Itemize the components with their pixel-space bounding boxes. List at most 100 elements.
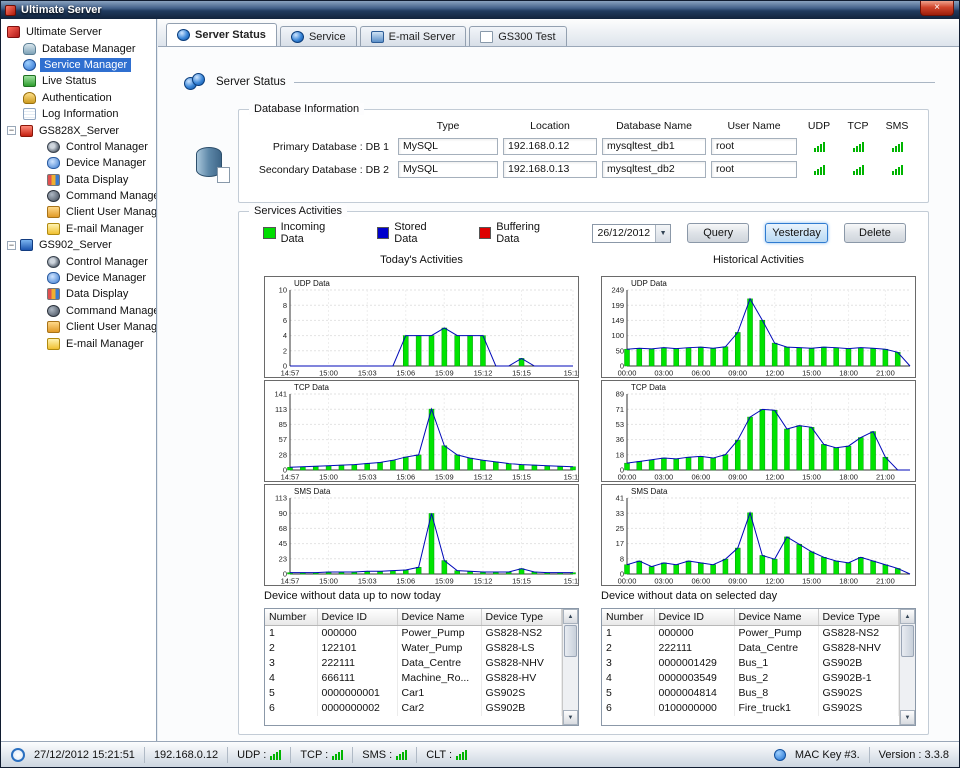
db-user-input[interactable]: root <box>711 161 797 178</box>
table-scrollbar[interactable]: ▲▼ <box>899 609 915 725</box>
table-row[interactable]: 3222111Data_CentreGS828-NHV <box>265 656 562 671</box>
tab-gs300-test[interactable]: GS300 Test <box>469 26 566 46</box>
sidebar-item-e-mail-manager[interactable]: E-mail Manager <box>1 221 156 237</box>
svg-text:113: 113 <box>275 494 287 503</box>
db-db-name-input[interactable]: mysqltest_db2 <box>602 161 706 178</box>
db-column-tcp: TCP <box>841 120 875 132</box>
sidebar-item-label: Data Display <box>64 173 130 187</box>
table-row[interactable]: 2222111Data_CentreGS828-NHV <box>602 641 899 656</box>
chart-today-udp: 108642014:5715:0015:0315:0615:0915:1215:… <box>264 276 579 378</box>
table-scrollbar[interactable]: ▲▼ <box>562 609 578 725</box>
table-row[interactable]: 40000003549Bus_2GS902B-1 <box>602 671 899 686</box>
svg-text:21:00: 21:00 <box>876 577 895 586</box>
scroll-up-icon[interactable]: ▲ <box>900 609 915 624</box>
server-red-icon <box>20 125 33 137</box>
sidebar-item-e-mail-manager[interactable]: E-mail Manager <box>1 335 156 351</box>
chart-historical-sms: 413325178000:0003:0006:0009:0012:0015:00… <box>601 484 916 586</box>
table-col-device-type: Device Type <box>481 609 562 626</box>
delete-button[interactable]: Delete <box>844 223 906 243</box>
mac-key-icon <box>774 749 786 761</box>
mail-server-icon <box>371 31 384 43</box>
signal-strength-icon <box>814 142 825 152</box>
date-value: 26/12/2012 <box>593 227 656 239</box>
scroll-thumb[interactable] <box>901 625 914 657</box>
db-type-input[interactable]: MySQL <box>398 138 498 155</box>
sidebar-item-log-information[interactable]: Log Information <box>1 106 156 122</box>
tab-server-status[interactable]: Server Status <box>166 23 277 46</box>
yesterday-button[interactable]: Yesterday <box>765 223 828 243</box>
date-picker[interactable]: 26/12/2012 ▼ <box>592 224 672 243</box>
db-location-input[interactable]: 192.168.0.13 <box>503 161 597 178</box>
svg-text:15:00: 15:00 <box>802 577 821 586</box>
table-row[interactable]: 60000000002Car2GS902B <box>265 701 562 716</box>
svg-text:15:19: 15:19 <box>564 473 579 482</box>
query-button[interactable]: Query <box>687 223 749 243</box>
db-signal-cell <box>880 165 914 175</box>
table-row[interactable]: 30000001429Bus_1GS902B <box>602 656 899 671</box>
sidebar-item-service-manager[interactable]: Service Manager <box>1 57 156 73</box>
log-icon <box>23 108 36 120</box>
sidebar-item-database-manager[interactable]: Database Manager <box>1 40 156 56</box>
calendar-dropdown-icon[interactable]: ▼ <box>655 225 670 242</box>
tree-expander-icon[interactable]: − <box>7 241 16 250</box>
svg-text:149: 149 <box>611 316 624 325</box>
db-column-udp: UDP <box>802 120 836 132</box>
svg-text:15:06: 15:06 <box>396 577 415 586</box>
db-type-input[interactable]: MySQL <box>398 161 498 178</box>
sidebar-item-ultimate-server[interactable]: Ultimate Server <box>1 24 156 40</box>
svg-text:15:00: 15:00 <box>802 473 821 482</box>
device-icon <box>47 157 60 169</box>
sidebar-item-client-user-manager[interactable]: Client User Manager <box>1 204 156 220</box>
scroll-up-icon[interactable]: ▲ <box>563 609 578 624</box>
services-activities-group: Services Activities Incoming Data Stored… <box>238 211 929 735</box>
tab-e-mail-server[interactable]: E-mail Server <box>360 26 467 46</box>
table-row[interactable]: 1000000Power_PumpGS828-NS2 <box>265 626 562 641</box>
sidebar-item-authentication[interactable]: Authentication <box>1 90 156 106</box>
tree-expander-icon[interactable]: − <box>7 126 16 135</box>
sidebar-item-control-manager[interactable]: Control Manager <box>1 253 156 269</box>
svg-text:06:00: 06:00 <box>691 577 710 586</box>
sidebar-item-control-manager[interactable]: Control Manager <box>1 139 156 155</box>
sidebar-item-client-user-manager[interactable]: Client User Manager <box>1 319 156 335</box>
sidebar-item-label: GS902_Server <box>37 238 114 252</box>
db-db-name-input[interactable]: mysqltest_db1 <box>602 138 706 155</box>
svg-text:18:00: 18:00 <box>839 577 858 586</box>
table-row[interactable]: 50000004814Bus_8GS902S <box>602 686 899 701</box>
buffering-swatch-icon <box>479 227 492 239</box>
table-row[interactable]: 50000000001Car1GS902S <box>265 686 562 701</box>
svg-text:15:09: 15:09 <box>435 577 454 586</box>
stored-swatch-icon <box>377 227 390 239</box>
sidebar-item-gs828x-server[interactable]: −GS828X_Server <box>1 122 156 138</box>
signal-strength-icon <box>853 165 864 175</box>
sidebar-item-data-display[interactable]: Data Display <box>1 286 156 302</box>
close-button[interactable]: × <box>920 1 954 16</box>
tab-service[interactable]: Service <box>280 26 357 46</box>
svg-text:03:00: 03:00 <box>654 369 673 378</box>
scroll-down-icon[interactable]: ▼ <box>563 710 578 725</box>
sidebar-item-device-manager[interactable]: Device Manager <box>1 155 156 171</box>
scroll-thumb[interactable] <box>564 625 577 657</box>
table-row[interactable]: 1000000Power_PumpGS828-NS2 <box>602 626 899 641</box>
sidebar-item-command-manager[interactable]: Command Manager <box>1 188 156 204</box>
sidebar-item-label: Device Manager <box>64 156 148 170</box>
sidebar-item-device-manager[interactable]: Device Manager <box>1 270 156 286</box>
sidebar-item-label: Service Manager <box>40 58 131 72</box>
divider <box>869 747 870 763</box>
db-user-input[interactable]: root <box>711 138 797 155</box>
legend-incoming: Incoming Data <box>263 221 349 245</box>
sidebar-item-live-status[interactable]: Live Status <box>1 73 156 89</box>
chart-historical-tcp: 8971533618000:0003:0006:0009:0012:0015:0… <box>601 380 916 482</box>
table-row[interactable]: 60100000000Fire_truck1GS902S <box>602 701 899 716</box>
database-icon <box>23 43 36 55</box>
header-rule <box>294 82 935 83</box>
svg-text:15:00: 15:00 <box>319 473 338 482</box>
table-row[interactable]: 2122101Water_PumpGS828-LS <box>265 641 562 656</box>
sidebar-item-gs902-server[interactable]: − GS902_Server <box>1 237 156 253</box>
sidebar-item-command-manager[interactable]: Command Manager <box>1 303 156 319</box>
table-row[interactable]: 4666111Machine_Ro...GS828-HV <box>265 671 562 686</box>
scroll-down-icon[interactable]: ▼ <box>900 710 915 725</box>
sidebar-item-data-display[interactable]: Data Display <box>1 172 156 188</box>
svg-text:14:57: 14:57 <box>281 577 300 586</box>
control-icon <box>47 256 60 268</box>
db-location-input[interactable]: 192.168.0.12 <box>503 138 597 155</box>
